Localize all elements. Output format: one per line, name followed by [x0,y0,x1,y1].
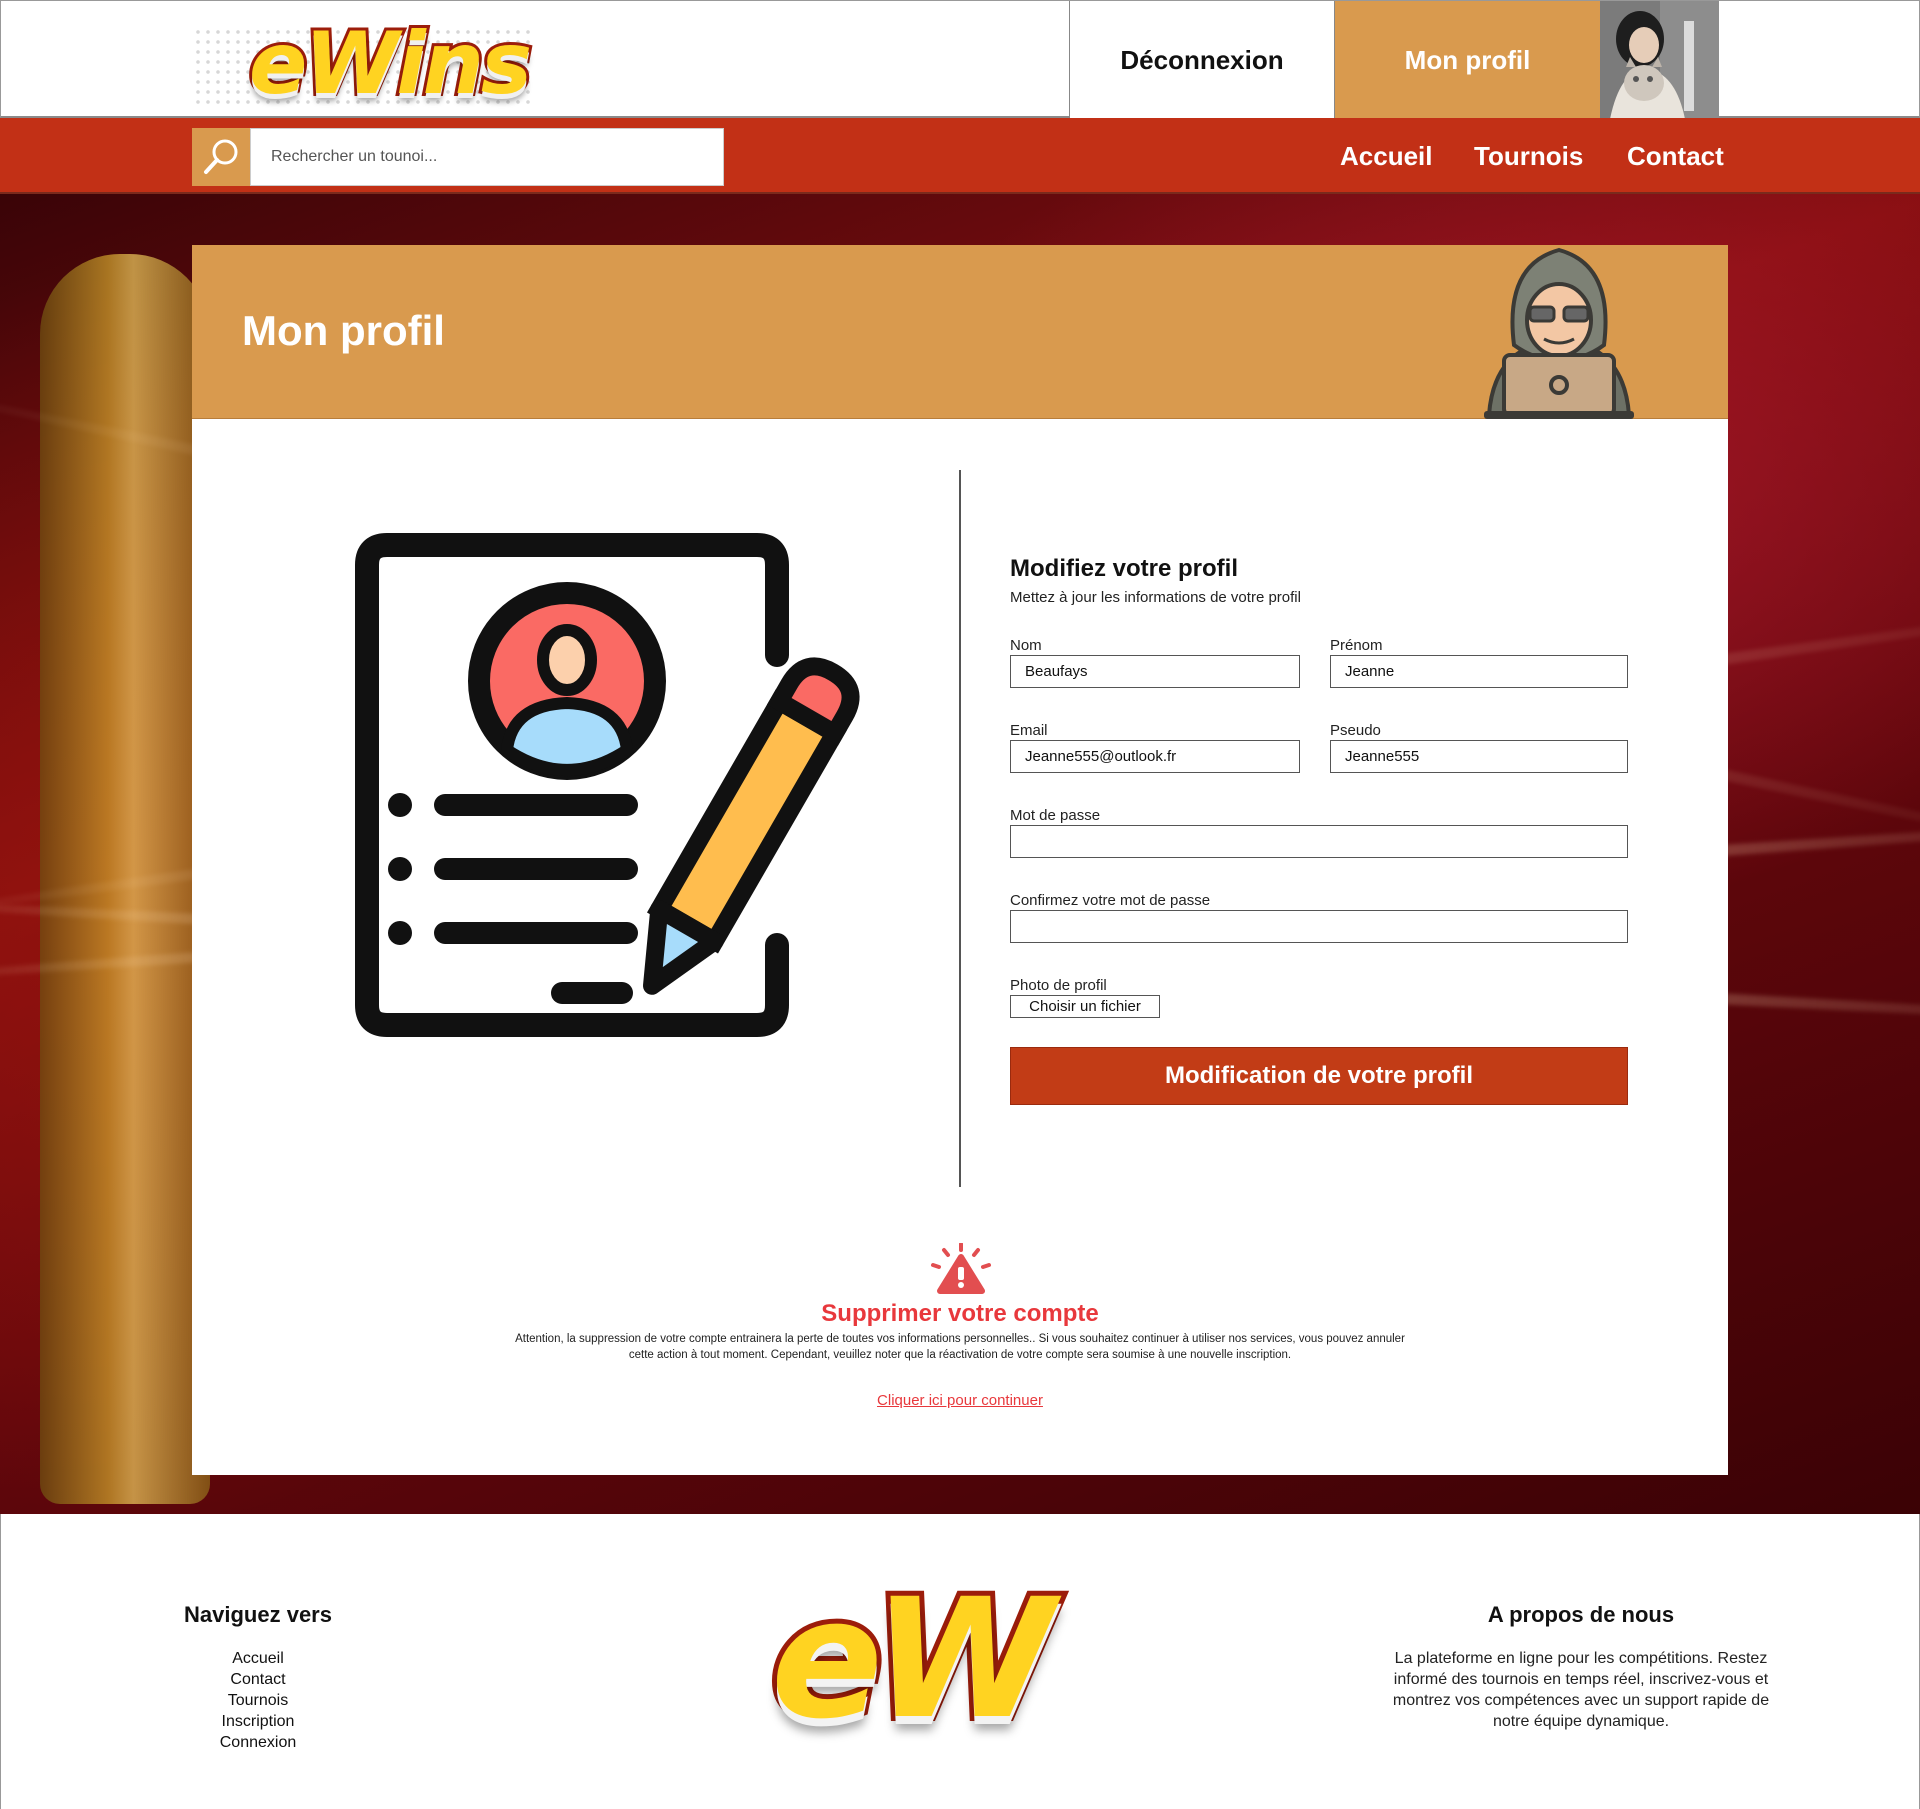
update-profile-button[interactable]: Modification de votre profil [1010,1047,1628,1105]
footer-logo: eW [761,1558,1101,1760]
choose-file-button[interactable]: Choisir un fichier [1010,995,1160,1018]
delete-account-title: Supprimer votre compte [821,1300,1099,1327]
footer-link-tournois[interactable]: Tournois [158,1690,358,1711]
confirm-password-field[interactable] [1010,910,1628,943]
logout-button[interactable]: Déconnexion [1069,1,1335,119]
warning-icon [931,1243,991,1294]
delete-account-warning: Attention, la suppression de votre compt… [515,1333,1405,1361]
form-title: Modifiez votre profil [1010,555,1238,582]
top-header: eWins Déconnexion Mon profil [0,0,1920,119]
delete-account-link[interactable]: Cliquer ici pour continuer [192,1392,1728,1409]
footer: Naviguez vers Accueil Contact Tournois I… [0,1514,1920,1809]
email-field[interactable] [1010,740,1300,773]
confirm-password-label: Confirmez votre mot de passe [1010,892,1211,909]
photo-label: Photo de profil [1010,977,1107,994]
footer-nav-links: Accueil Contact Tournois Inscription Con… [158,1648,358,1753]
footer-about-title: A propos de nous [1487,1602,1675,1627]
profile-edit-illustration [355,533,860,1037]
email-label: Email [1010,722,1048,739]
nav-link-tournois[interactable]: Tournois [1474,118,1583,194]
site-logo[interactable]: eWins [193,9,545,119]
footer-nav-title: Naviguez vers [184,1602,332,1627]
search-input[interactable] [250,128,724,186]
pseudo-label: Pseudo [1330,722,1381,739]
form-subtitle: Mettez à jour les informations de votre … [1010,589,1301,606]
footer-link-connexion[interactable]: Connexion [158,1732,358,1753]
pseudo-field[interactable] [1330,740,1628,773]
password-field[interactable] [1010,825,1628,858]
footer-link-contact[interactable]: Contact [158,1669,358,1690]
nom-field[interactable] [1010,655,1300,688]
footer-logo-text: eW [766,1558,1060,1760]
search-icon [204,139,238,174]
footer-link-accueil[interactable]: Accueil [158,1648,358,1669]
search-button[interactable] [192,128,250,186]
nav-link-accueil[interactable]: Accueil [1340,118,1433,194]
my-profile-button[interactable]: Mon profil [1335,1,1600,119]
prenom-label: Prénom [1330,637,1383,654]
card-header: Mon profil [192,245,1728,419]
logo-text: eWins [246,11,535,117]
nav-link-contact[interactable]: Contact [1627,118,1724,194]
avatar-photo [1600,1,1719,119]
vertical-divider [959,470,961,1187]
page-title: Mon profil [242,307,445,354]
hacker-icon [1484,247,1634,419]
password-label: Mot de passe [1010,807,1101,824]
footer-about-text: La plateforme en ligne pour les compétit… [1392,1650,1770,1730]
avatar[interactable] [1600,1,1719,119]
nav-bar: Accueil Tournois Contact [0,118,1920,194]
profile-card: Mon profil Modifiez votre profil Mettez … [192,245,1728,1475]
footer-link-inscription[interactable]: Inscription [158,1711,358,1732]
nom-label: Nom [1010,637,1042,654]
prenom-field[interactable] [1330,655,1628,688]
